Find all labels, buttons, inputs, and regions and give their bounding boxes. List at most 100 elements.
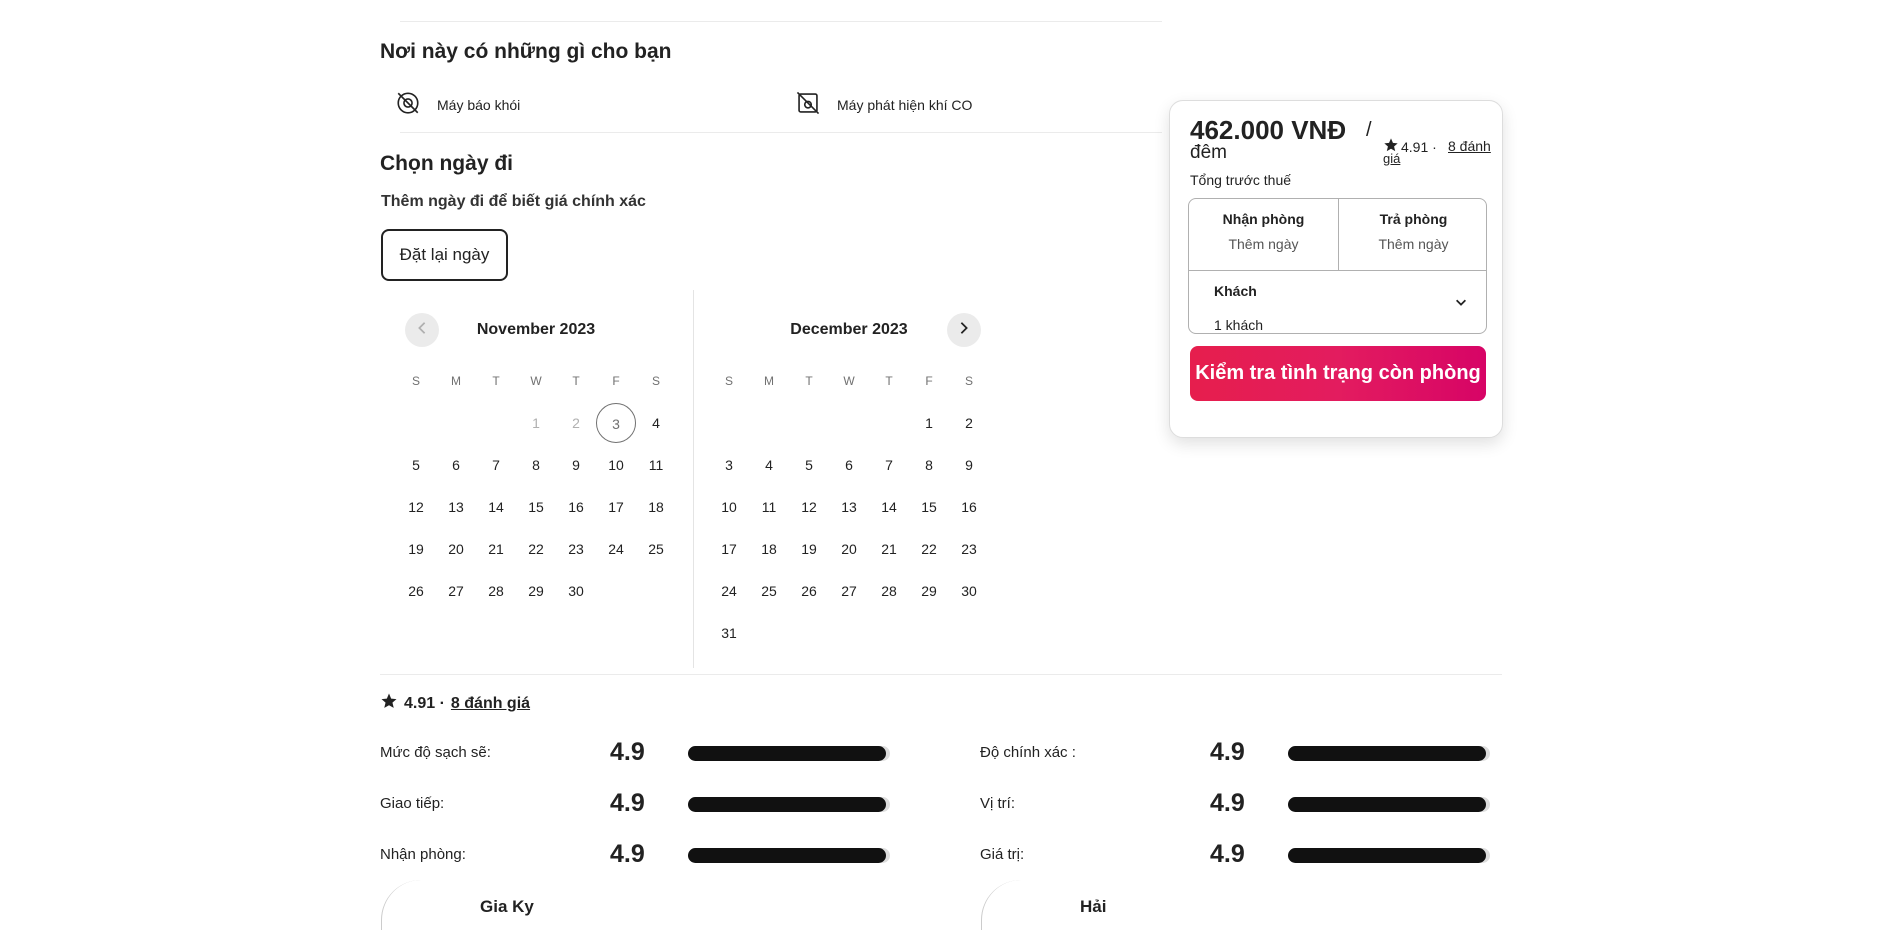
calendar-day[interactable]: 20 [436,529,476,569]
weekday-label: S [411,374,420,388]
calendar-day[interactable]: 4 [636,403,676,443]
calendar-day[interactable]: 16 [556,487,596,527]
calendar-day[interactable]: 8 [516,445,556,485]
metric-label: Giá trị: [980,846,1025,863]
calendar-day[interactable]: 14 [476,487,516,527]
calendar-day[interactable]: 29 [909,571,949,611]
reviews-divider [380,674,1502,675]
reviewer-avatar [981,880,1061,930]
calendar-day[interactable]: 27 [829,571,869,611]
calendar-day[interactable]: 1 [909,403,949,443]
metric-score: 4.9 [610,738,645,766]
metric-bar-fill [1288,797,1486,812]
metric-score: 4.9 [1210,789,1245,817]
calendar-day[interactable]: 25 [749,571,789,611]
calendar-day[interactable]: 10 [709,487,749,527]
calendar-day[interactable]: 13 [829,487,869,527]
metric-bar-fill [688,797,886,812]
month-title-december: December 2023 [790,321,908,338]
calendar-day[interactable]: 12 [789,487,829,527]
reviewer-avatar [381,880,461,930]
checkout-label: Trả phòng [1379,211,1448,227]
calendar-day[interactable]: 26 [789,571,829,611]
calendar-day[interactable]: 12 [396,487,436,527]
calendar-day[interactable]: 23 [949,529,989,569]
metric-bar-fill [688,848,886,863]
date-guest-picker: Nhận phòng Thêm ngày Trả phòng Thêm ngày… [1188,198,1487,334]
calendar-day[interactable]: 20 [829,529,869,569]
calendar-day[interactable]: 29 [516,571,556,611]
card-reviews-link-cont[interactable]: giá [1383,151,1400,166]
smoke-alarm-off-icon [395,90,421,119]
calendar-day[interactable]: 24 [596,529,636,569]
calendar-day[interactable]: 2 [949,403,989,443]
calendar-day[interactable]: 9 [556,445,596,485]
weekday-label: T [572,374,580,388]
calendar-day[interactable]: 23 [556,529,596,569]
weekday-label: M [451,374,461,388]
calendar-day[interactable]: 15 [516,487,556,527]
calendar-day[interactable]: 22 [516,529,556,569]
card-rating-value: 4.91 · [1401,138,1437,155]
calendar-day[interactable]: 31 [709,613,749,653]
calendar-day[interactable]: 6 [436,445,476,485]
reviews-count-link[interactable]: 8 đánh giá [451,695,530,713]
calendar-day[interactable]: 22 [909,529,949,569]
metric-bar [1288,848,1490,863]
check-availability-button[interactable]: Kiểm tra tình trạng còn phòng [1190,346,1486,401]
checkin-field[interactable]: Nhận phòng Thêm ngày [1189,211,1338,252]
calendar-day[interactable]: 13 [436,487,476,527]
co-detector-off-icon [795,90,821,119]
calendar-day[interactable]: 24 [709,571,749,611]
checkin-value: Thêm ngày [1228,236,1299,252]
metric-bar-fill [688,746,886,761]
calendar-day[interactable]: 18 [636,487,676,527]
calendar-day[interactable]: 7 [869,445,909,485]
calendar-day[interactable]: 19 [396,529,436,569]
calendar-day[interactable]: 30 [949,571,989,611]
calendar-day[interactable]: 27 [436,571,476,611]
calendar-day[interactable]: 18 [749,529,789,569]
metric-bar [688,848,890,863]
metric-bar [1288,797,1490,812]
calendar-day[interactable]: 21 [476,529,516,569]
calendar-day[interactable]: 8 [909,445,949,485]
calendar-day[interactable]: 25 [636,529,676,569]
calendar-day[interactable]: 5 [789,445,829,485]
calendar-day[interactable]: 6 [829,445,869,485]
calendar-day[interactable]: 28 [476,571,516,611]
checkout-field[interactable]: Trả phòng Thêm ngày [1339,211,1488,252]
calendar-day[interactable]: 3 [709,445,749,485]
guests-field[interactable]: Khách 1 khách [1189,271,1486,334]
calendar-day[interactable]: 28 [869,571,909,611]
calendar-day: 1 [532,415,540,431]
card-reviews-link[interactable]: 8 đánh [1448,138,1491,154]
calendar-day[interactable]: 4 [749,445,789,485]
calendar-day[interactable]: 30 [556,571,596,611]
price-slash: / [1366,119,1372,141]
calendar-day[interactable]: 11 [749,487,789,527]
amenities-title: Nơi này có những gì cho bạn [380,40,672,63]
calendar-day[interactable]: 17 [709,529,749,569]
reset-dates-button[interactable]: Đặt lại ngày [381,229,508,281]
calendar-day[interactable]: 5 [396,445,436,485]
calendar-day[interactable]: 9 [949,445,989,485]
calendar-day[interactable]: 17 [596,487,636,527]
dates-subtitle: Thêm ngày đi để biết giá chính xác [381,193,646,210]
calendar-day[interactable]: 15 [909,487,949,527]
calendar-day[interactable]: 11 [636,445,676,485]
weekday-label: S [651,374,660,388]
guests-value: 1 khách [1214,317,1264,333]
calendar-day[interactable]: 26 [396,571,436,611]
calendar-day[interactable]: 10 [596,445,636,485]
calendar-day[interactable]: 16 [949,487,989,527]
calendar-day[interactable]: 3 [596,403,636,443]
calendar-day[interactable]: 21 [869,529,909,569]
metric-score: 4.9 [610,789,645,817]
metric-label: Giao tiếp: [380,795,445,812]
chevron-down-icon [1456,299,1466,306]
calendar-day[interactable]: 14 [869,487,909,527]
amenity-label: Máy báo khói [437,96,521,113]
calendar-day[interactable]: 7 [476,445,516,485]
calendar-day[interactable]: 19 [789,529,829,569]
